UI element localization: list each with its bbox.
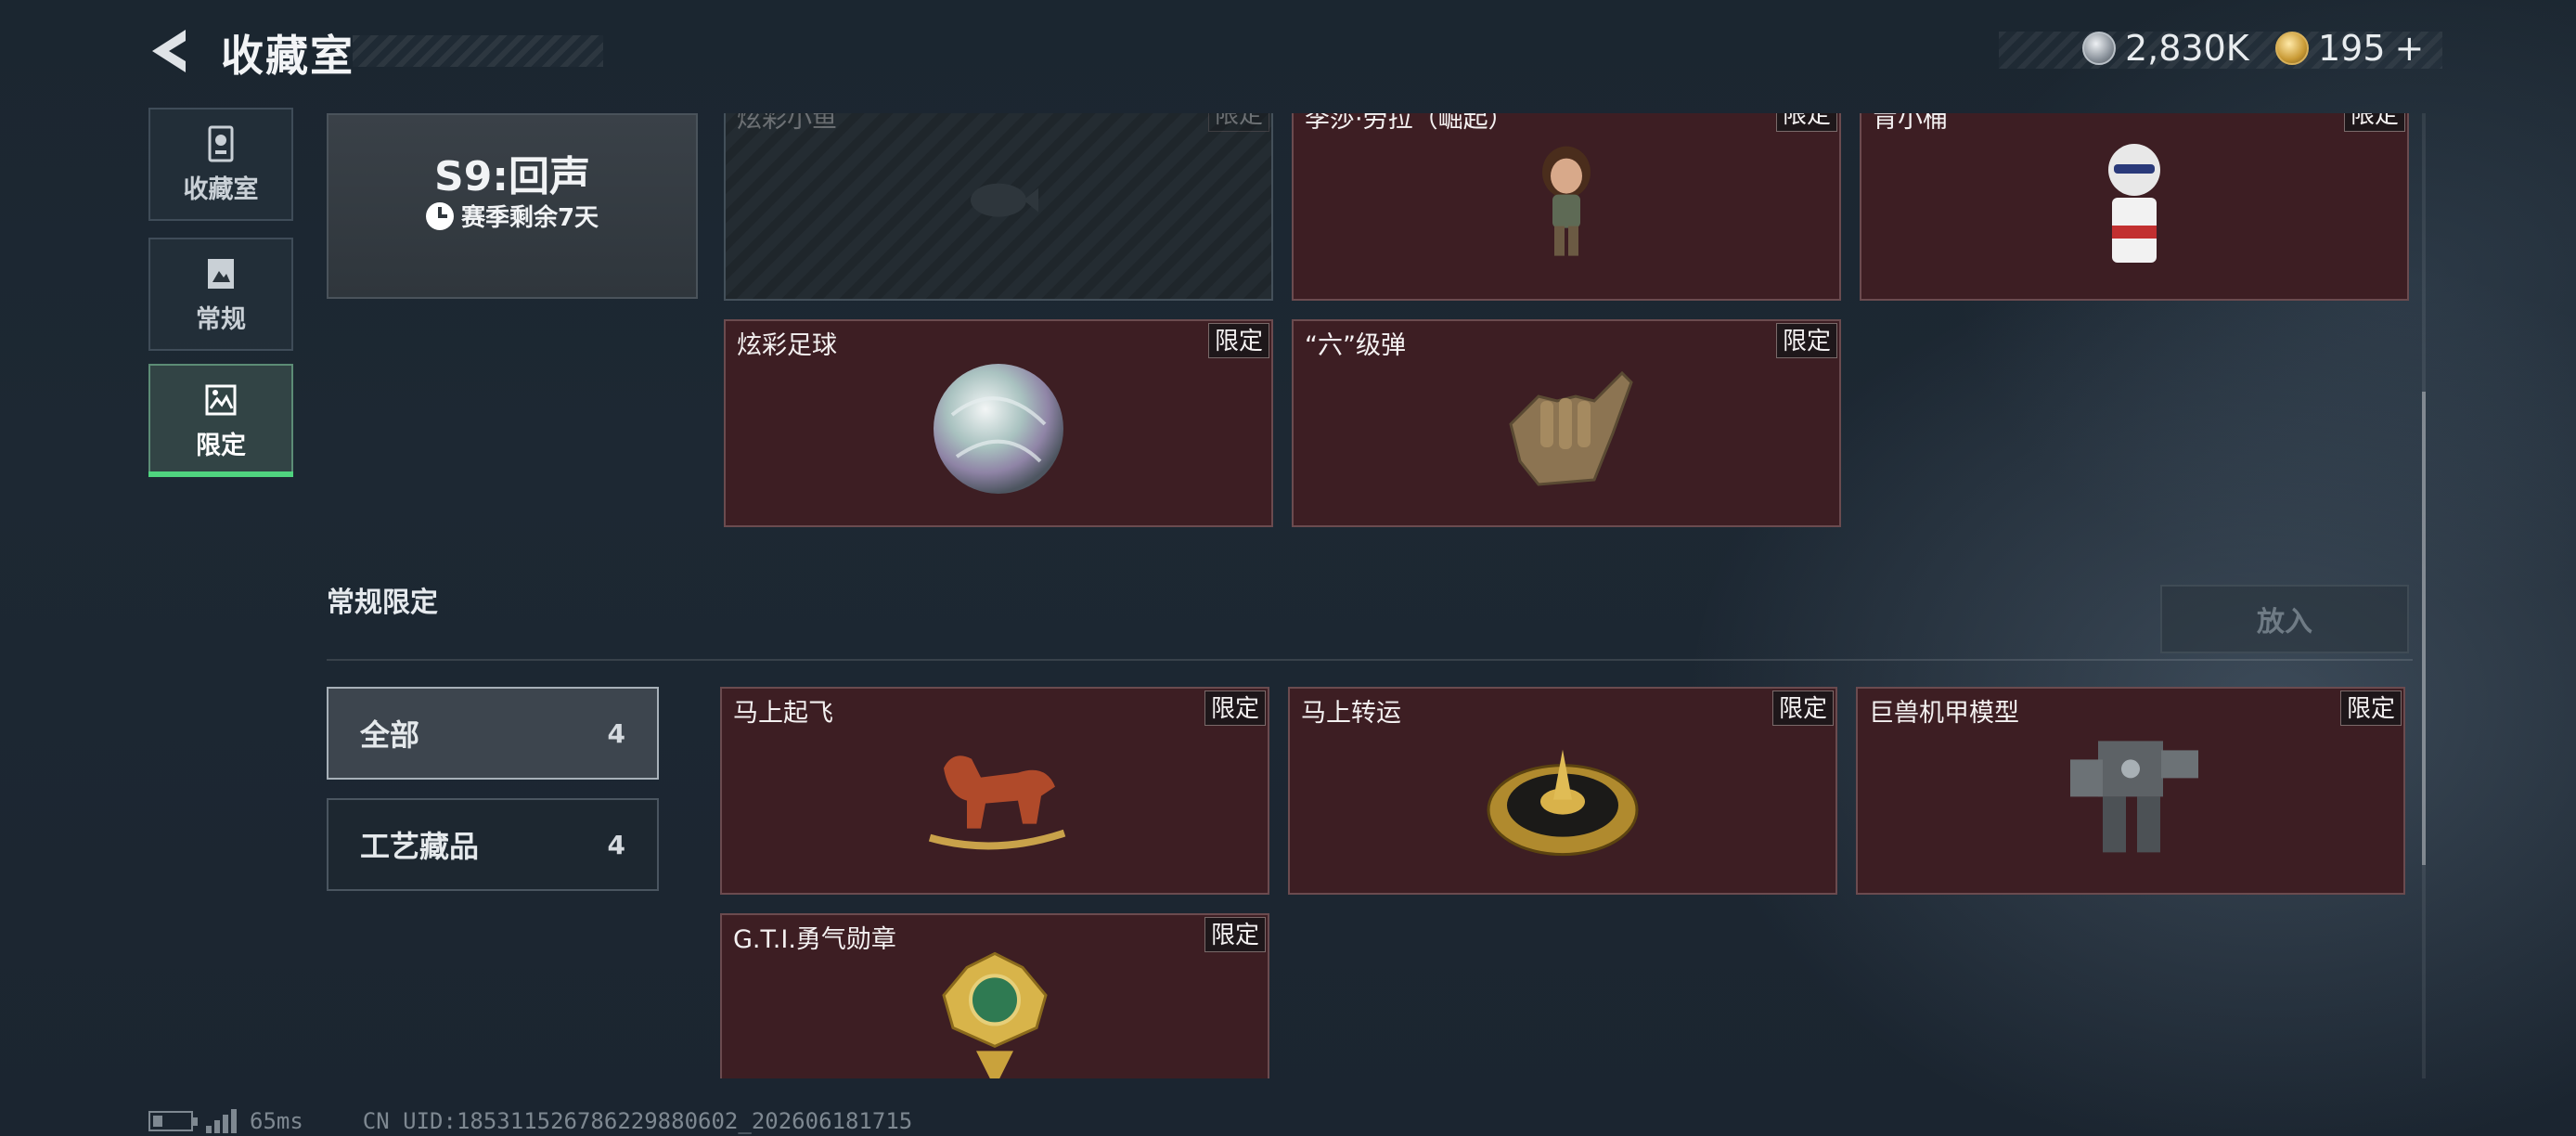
card-name: 巨兽机甲模型 bbox=[1869, 699, 2019, 728]
back-button[interactable] bbox=[147, 26, 197, 76]
filter-count: 4 bbox=[607, 717, 625, 749]
section-divider bbox=[327, 659, 2413, 661]
collection-card[interactable]: 李莎·劳拉（崛起） 限定 bbox=[1292, 113, 1841, 301]
trophy-cabinet-icon bbox=[208, 125, 234, 161]
ping-value: 65ms bbox=[250, 1108, 303, 1134]
limited-badge: 限定 bbox=[1207, 323, 1269, 358]
card-name: 炫彩足球 bbox=[737, 331, 837, 360]
section-title: 常规限定 bbox=[327, 587, 438, 619]
card-name: 炫彩小鱼 bbox=[737, 113, 837, 134]
sidebar-item-label: 常规 bbox=[196, 304, 246, 334]
limited-badge: 限定 bbox=[1771, 691, 1834, 726]
collection-card[interactable]: 肯小桶 限定 bbox=[1860, 113, 2409, 301]
add-currency-icon[interactable]: + bbox=[2395, 28, 2425, 69]
battery-icon bbox=[148, 1111, 198, 1131]
fish-icon bbox=[971, 183, 1038, 217]
horse-statue-icon bbox=[928, 755, 1066, 850]
card-name: 李莎·劳拉（崛起） bbox=[1305, 113, 1513, 134]
mech-model-icon bbox=[2070, 741, 2198, 853]
sidebar-item-label: 收藏室 bbox=[183, 174, 259, 204]
limited-badge: 限定 bbox=[1204, 917, 1266, 952]
filter-count: 4 bbox=[607, 829, 625, 860]
card-name: 马上起飞 bbox=[733, 699, 833, 728]
sidebar-item-label: 限定 bbox=[196, 431, 246, 460]
uid-text: CN UID:18531152678622988060​2_2026061817… bbox=[362, 1108, 913, 1134]
gold-currency-value: 195 bbox=[2318, 28, 2386, 69]
card-name: 肯小桶 bbox=[1873, 113, 1948, 134]
limited-badge: 限定 bbox=[1207, 113, 1269, 132]
page-title: 收藏室 bbox=[221, 31, 354, 81]
filter-label: 全部 bbox=[360, 717, 420, 753]
collection-card[interactable]: 马上转运 限定 bbox=[1288, 687, 1837, 895]
limited-badge: 限定 bbox=[2339, 691, 2402, 726]
limited-badge: 限定 bbox=[2343, 113, 2405, 132]
silver-currency-value: 2,830K bbox=[2125, 28, 2249, 69]
card-name: G.T.I.勇气勋章 bbox=[733, 925, 896, 954]
clock-icon bbox=[425, 201, 454, 230]
scrollbar[interactable] bbox=[2422, 113, 2426, 1078]
picture-frame-icon bbox=[208, 258, 234, 289]
collection-card[interactable]: 马上起飞 限定 bbox=[720, 687, 1269, 895]
collection-card[interactable]: G.T.I.勇气勋章 限定 bbox=[720, 913, 1269, 1078]
gold-coin-icon bbox=[2275, 32, 2309, 65]
signal-icon bbox=[206, 1109, 237, 1133]
collection-card-locked[interactable]: 炫彩小鱼 限定 bbox=[724, 113, 1273, 301]
sidebar-item-limited[interactable]: 限定 bbox=[148, 364, 293, 477]
sidebar-item-regular[interactable]: 常规 bbox=[148, 238, 293, 351]
collection-card[interactable]: 炫彩足球 限定 bbox=[724, 319, 1273, 527]
silver-currency: 2,830K bbox=[2082, 28, 2249, 69]
back-arrow-icon bbox=[152, 30, 186, 72]
silver-coin-icon bbox=[2082, 32, 2116, 65]
collection-card[interactable]: 巨兽机甲模型 限定 bbox=[1856, 687, 2405, 895]
limited-badge: 限定 bbox=[1775, 113, 1837, 132]
season-remaining-text: 赛季剩余7天 bbox=[460, 204, 599, 232]
title-decoration bbox=[353, 35, 603, 67]
filter-label: 工艺藏品 bbox=[360, 829, 480, 864]
season-card: S9:回声 赛季剩余7天 bbox=[327, 113, 698, 299]
lara-figure-icon bbox=[1542, 146, 1591, 256]
football-icon bbox=[934, 364, 1063, 494]
collection-card[interactable]: “六”级弹 限定 bbox=[1292, 319, 1841, 527]
limited-picture-icon bbox=[205, 384, 237, 415]
put-in-button[interactable]: 放入 bbox=[2160, 585, 2409, 653]
card-name: 马上转运 bbox=[1301, 699, 1401, 728]
limited-badge: 限定 bbox=[1204, 691, 1266, 726]
collection-scroll-area[interactable]: S9:回声 赛季剩余7天 炫彩小鱼 限定 李莎·劳拉（崛起） 限定 肯小桶 限定 bbox=[325, 113, 2422, 1078]
medal-icon bbox=[942, 951, 1048, 1078]
status-bar: 65ms CN UID:18531152678622988060​2_20260… bbox=[148, 1108, 912, 1134]
sidebar-item-collection-room[interactable]: 收藏室 bbox=[148, 108, 293, 221]
filter-crafts[interactable]: 工艺藏品 4 bbox=[327, 798, 659, 891]
scrollbar-thumb[interactable] bbox=[2422, 392, 2426, 865]
gold-currency[interactable]: 195 + bbox=[2275, 28, 2424, 69]
compass-disc-icon bbox=[1487, 749, 1639, 857]
bucket-figure-icon bbox=[2108, 144, 2160, 263]
season-remaining: 赛季剩余7天 bbox=[328, 199, 696, 233]
card-name: “六”级弹 bbox=[1305, 331, 1406, 360]
filter-all[interactable]: 全部 4 bbox=[327, 687, 659, 780]
season-title: S9:回声 bbox=[434, 153, 590, 200]
limited-badge: 限定 bbox=[1775, 323, 1837, 358]
bullet-hand-icon bbox=[1509, 370, 1633, 486]
